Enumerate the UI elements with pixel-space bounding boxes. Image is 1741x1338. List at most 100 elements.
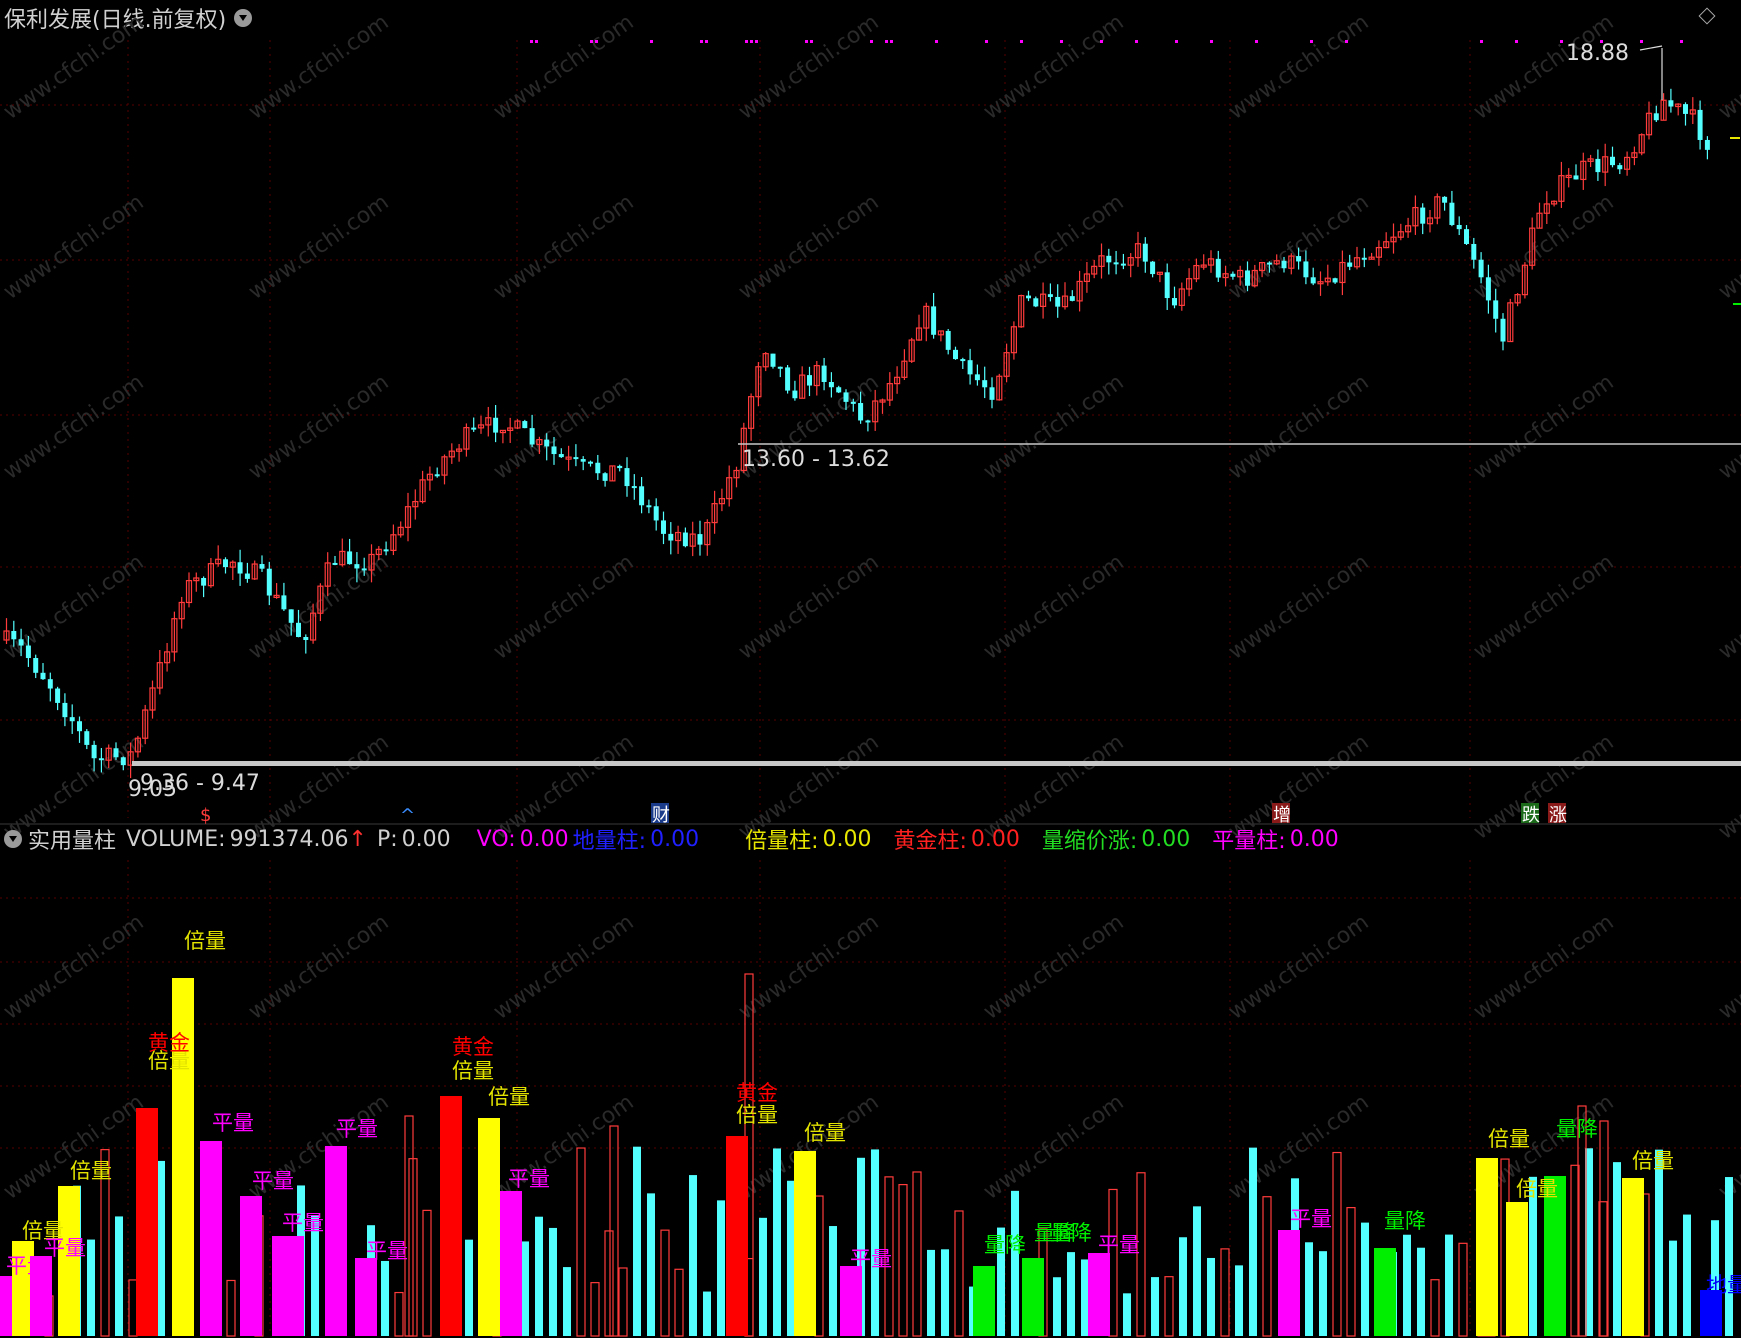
candle-body xyxy=(617,465,623,469)
volume-bar xyxy=(1262,1196,1272,1337)
volume-label-gold: 黄金 xyxy=(148,1031,190,1055)
signal-dot xyxy=(530,40,533,43)
volume-label-drop: 量降 xyxy=(1050,1221,1092,1245)
volume-bar xyxy=(1655,1149,1663,1336)
watermark-text: www.cfchi.com xyxy=(1224,910,1373,1025)
signal-dot xyxy=(535,40,538,43)
indicator-bar: 实用量柱 VOLUME: 991374.06 ↑ P: 0.00 VO: 0.0… xyxy=(0,822,1741,856)
watermark-text: www.cfchi.com xyxy=(1714,10,1741,125)
signal-dot xyxy=(805,40,808,43)
signal-dot xyxy=(1640,40,1643,43)
volume-bar xyxy=(576,1147,586,1337)
volume-bar xyxy=(773,1148,781,1336)
dlz-label: 地量柱: xyxy=(572,829,647,854)
candle-body xyxy=(113,748,119,758)
candle-body xyxy=(1485,277,1491,301)
candle-body xyxy=(1303,261,1309,278)
volume-label-flat: 平量 xyxy=(850,1247,892,1271)
signal-dot xyxy=(1515,40,1518,43)
indicator-name[interactable]: 实用量柱 xyxy=(28,823,116,855)
signal-dot xyxy=(1210,40,1213,43)
watermark-text: www.cfchi.com xyxy=(1714,910,1741,1025)
volume-bar-green xyxy=(1374,1248,1396,1336)
candle-body xyxy=(639,486,645,506)
volume-bar xyxy=(1235,1265,1243,1336)
chart-canvas[interactable]: www.cfchi.com www.cfchi.com www.cfchi.com w… xyxy=(0,0,1741,1338)
volume-bar xyxy=(618,1267,628,1337)
watermark-text: www.cfchi.com xyxy=(0,370,149,485)
signal-dot xyxy=(1175,40,1178,43)
candle-body xyxy=(288,609,294,623)
candle-body xyxy=(544,439,550,447)
watermark-text: www.cfchi.com xyxy=(1714,550,1741,665)
candle-body xyxy=(237,562,243,574)
volume-bar-green xyxy=(1022,1258,1044,1336)
signal-dot xyxy=(1060,40,1063,43)
volume-bar xyxy=(1151,1277,1159,1336)
high-price-label: 18.88 xyxy=(1566,41,1629,66)
volume-bar xyxy=(422,1209,432,1337)
volume-bar xyxy=(689,1175,697,1336)
hjz-label: 黄金柱: xyxy=(893,829,967,854)
candle-body xyxy=(1668,100,1674,107)
volume-bar xyxy=(703,1291,711,1336)
volume-bar xyxy=(927,1249,935,1336)
volume-bar xyxy=(1403,1234,1411,1336)
candle-body xyxy=(1281,260,1287,269)
candle-body xyxy=(347,551,353,565)
candle-body xyxy=(668,533,674,541)
candle-body xyxy=(522,421,528,429)
candle-body xyxy=(850,401,856,404)
signal-dot xyxy=(1135,40,1138,43)
candle-body xyxy=(1610,156,1615,166)
signal-dot xyxy=(700,40,703,43)
volume-bar xyxy=(1346,1207,1356,1337)
volume-label-flat: 平量 xyxy=(508,1167,550,1191)
candle-body xyxy=(223,559,228,568)
candle-body xyxy=(1449,202,1455,225)
signal-dot xyxy=(1345,40,1348,43)
watermark-text: www.cfchi.com xyxy=(1469,10,1618,125)
volume-label-drop: 量降 xyxy=(1556,1117,1598,1141)
candle-body xyxy=(1150,261,1156,275)
right-price-tick xyxy=(1733,303,1741,305)
volume-bar xyxy=(898,1184,908,1337)
candle-body xyxy=(858,403,864,421)
volume-bar xyxy=(1207,1257,1215,1336)
watermark-text: www.cfchi.com xyxy=(1469,370,1618,485)
candle-body xyxy=(960,359,966,362)
candle-body xyxy=(821,365,827,383)
candle-body xyxy=(1347,262,1353,267)
candle-body xyxy=(1164,272,1170,299)
volume-bar xyxy=(549,1227,557,1336)
volume-bar xyxy=(128,1279,138,1337)
candle-body xyxy=(55,688,61,703)
volume-bar xyxy=(1725,1177,1733,1336)
volume-bar xyxy=(1332,1151,1342,1337)
candle-body xyxy=(982,380,988,388)
candle-body xyxy=(47,679,53,689)
volume-bar-red_bar xyxy=(136,1108,158,1336)
candle-body xyxy=(573,457,579,460)
volume-bar xyxy=(941,1249,949,1336)
watermark-text: www.cfchi.com xyxy=(244,370,393,485)
candle-body xyxy=(1471,243,1477,260)
signal-dot xyxy=(1310,40,1313,43)
volume-bar xyxy=(1011,1190,1019,1336)
candle-body xyxy=(91,744,97,759)
volume-bar xyxy=(465,1239,473,1336)
candle-body xyxy=(865,420,871,423)
volume-bar-yellow xyxy=(1506,1202,1528,1336)
volume-bar xyxy=(1123,1293,1131,1336)
watermark-text: www.cfchi.com xyxy=(734,10,883,125)
candle-body xyxy=(595,462,601,474)
volume-bar xyxy=(157,1160,165,1336)
candle-body xyxy=(1033,298,1039,307)
candle-body xyxy=(98,758,104,761)
watermark-text: www.cfchi.com xyxy=(979,10,1128,125)
candle-body xyxy=(1113,262,1119,265)
signal-dot xyxy=(1255,40,1258,43)
volume-bar xyxy=(674,1268,684,1337)
indicator-menu-icon[interactable] xyxy=(4,830,22,848)
volume-label-double: 倍量 xyxy=(488,1085,530,1109)
